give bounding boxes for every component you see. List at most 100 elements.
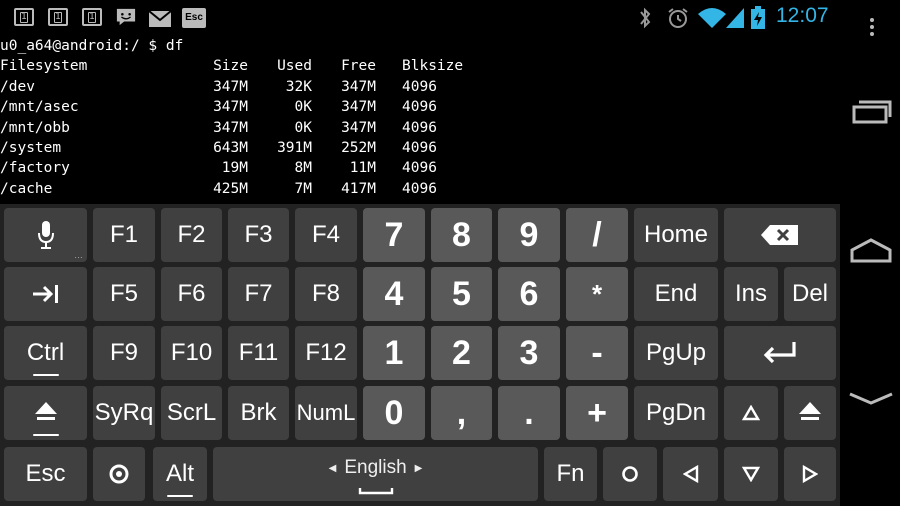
df-blksize: 4096 — [402, 78, 437, 95]
shift-right-key[interactable] — [784, 386, 836, 440]
wifi-icon — [698, 8, 726, 28]
key-1[interactable]: 1 — [363, 326, 425, 380]
key-f8[interactable]: F8 — [295, 267, 357, 321]
key-2[interactable]: 2 — [431, 326, 492, 380]
key-slash[interactable]: / — [566, 208, 628, 262]
modifier-indicator — [32, 434, 59, 436]
enter-icon — [763, 342, 796, 364]
back-chevron-icon[interactable] — [848, 376, 894, 422]
shift-icon — [799, 402, 821, 420]
arrow-down-icon — [742, 466, 760, 482]
key-comma[interactable]: , — [431, 386, 492, 440]
df-header-size: Size — [213, 58, 248, 75]
key-ins[interactable]: Ins — [724, 267, 778, 321]
df-free: 417M — [341, 180, 376, 197]
key-plus[interactable]: + — [566, 386, 628, 440]
esc-icon: Esc — [182, 8, 206, 28]
arrow-left-key[interactable] — [663, 447, 718, 501]
key-f10[interactable]: F10 — [161, 326, 222, 380]
key-fn[interactable]: Fn — [544, 447, 597, 501]
signal-icon — [726, 8, 744, 28]
key-del[interactable]: Del — [784, 267, 836, 321]
key-0[interactable]: 0 — [363, 386, 425, 440]
key-3[interactable]: 3 — [498, 326, 560, 380]
language-selector: ◀ English ▶ — [213, 457, 538, 479]
key-scrl[interactable]: ScrL — [161, 386, 222, 440]
key-9[interactable]: 9 — [498, 208, 560, 262]
key-end[interactable]: End — [634, 267, 718, 321]
alarm-icon — [668, 8, 688, 28]
df-row: /mnt/obb 347M 0K 347M 4096 — [0, 118, 840, 138]
enter-key[interactable] — [724, 326, 836, 380]
key-f2[interactable]: F2 — [161, 208, 222, 262]
key-ctrl[interactable]: Ctrl — [4, 326, 87, 380]
arrow-up-key[interactable] — [724, 386, 778, 440]
df-size: 19M — [221, 160, 248, 177]
language-label: English — [344, 457, 407, 478]
shift-key[interactable] — [4, 386, 87, 440]
backspace-key[interactable] — [724, 208, 836, 262]
df-blksize: 4096 — [402, 119, 437, 136]
df-size: 425M — [213, 180, 248, 197]
key-7[interactable]: 7 — [363, 208, 425, 262]
key-f1[interactable]: F1 — [93, 208, 155, 262]
key-4[interactable]: 4 — [363, 267, 425, 321]
df-blksize: 4096 — [402, 180, 437, 197]
key-f3[interactable]: F3 — [228, 208, 289, 262]
settings-key[interactable] — [93, 447, 145, 501]
df-row: /cache 425M 7M 417M 4096 — [0, 179, 840, 199]
key-pgdn[interactable]: PgDn — [634, 386, 718, 440]
key-5[interactable]: 5 — [431, 267, 492, 321]
modifier-indicator — [32, 374, 59, 376]
key-f7[interactable]: F7 — [228, 267, 289, 321]
df-used: 32K — [285, 78, 312, 95]
key-8[interactable]: 8 — [431, 208, 492, 262]
key-period[interactable]: . — [498, 386, 560, 440]
arrow-down-key[interactable] — [724, 447, 778, 501]
arrow-right-key[interactable] — [784, 447, 836, 501]
arrow-right-icon — [802, 465, 818, 483]
recent-apps-icon[interactable] — [848, 90, 894, 136]
df-row: /system 643M 391M 252M 4096 — [0, 138, 840, 158]
terminal-output[interactable]: u0_a64@android:/ $ df Filesystem Size Us… — [0, 36, 840, 204]
df-free: 11M — [349, 160, 376, 177]
df-size: 643M — [213, 139, 248, 156]
df-filesystem: /system — [0, 139, 62, 156]
key-home[interactable]: Home — [634, 208, 718, 262]
tab-icon — [32, 285, 58, 303]
key-numl[interactable]: NumL — [295, 386, 357, 440]
df-row: /factory 19M 8M 11M 4096 — [0, 158, 840, 178]
df-used: 0K — [294, 119, 312, 136]
key-f5[interactable]: F5 — [93, 267, 155, 321]
space-bar[interactable]: ◀ English ▶ — [213, 447, 538, 501]
key-pgup[interactable]: PgUp — [634, 326, 718, 380]
df-size: 347M — [213, 119, 248, 136]
key-asterisk[interactable]: * — [566, 267, 628, 321]
key-alt-label: Alt — [165, 460, 194, 487]
key-f12[interactable]: F12 — [295, 326, 357, 380]
hacker-keyboard: … F1 F2 F3 F4 7 8 9 / Home F5 F6 F7 F8 4… — [0, 204, 840, 506]
key-sysrq[interactable]: SyRq — [93, 386, 155, 440]
email-icon — [148, 10, 172, 27]
df-filesystem: /factory — [0, 160, 70, 177]
key-minus[interactable]: - — [566, 326, 628, 380]
key-f9[interactable]: F9 — [93, 326, 155, 380]
key-f6[interactable]: F6 — [161, 267, 222, 321]
key-f11[interactable]: F11 — [228, 326, 289, 380]
home-icon[interactable] — [848, 228, 894, 274]
df-filesystem: /cache — [0, 180, 53, 197]
circle-icon — [622, 466, 638, 482]
key-6[interactable]: 6 — [498, 267, 560, 321]
df-header-used: Used — [277, 58, 312, 75]
key-f4[interactable]: F4 — [295, 208, 357, 262]
key-esc[interactable]: Esc — [4, 447, 87, 501]
tab-key[interactable] — [4, 267, 87, 321]
clock: 12:07 — [776, 4, 829, 27]
compose-key[interactable] — [603, 447, 657, 501]
df-filesystem: /mnt/obb — [0, 119, 70, 136]
key-brk[interactable]: Brk — [228, 386, 289, 440]
overflow-menu-icon[interactable] — [862, 18, 882, 40]
microphone-key[interactable]: … — [4, 208, 87, 262]
key-alt[interactable]: Alt — [153, 447, 207, 501]
bluetooth-icon — [640, 7, 651, 29]
